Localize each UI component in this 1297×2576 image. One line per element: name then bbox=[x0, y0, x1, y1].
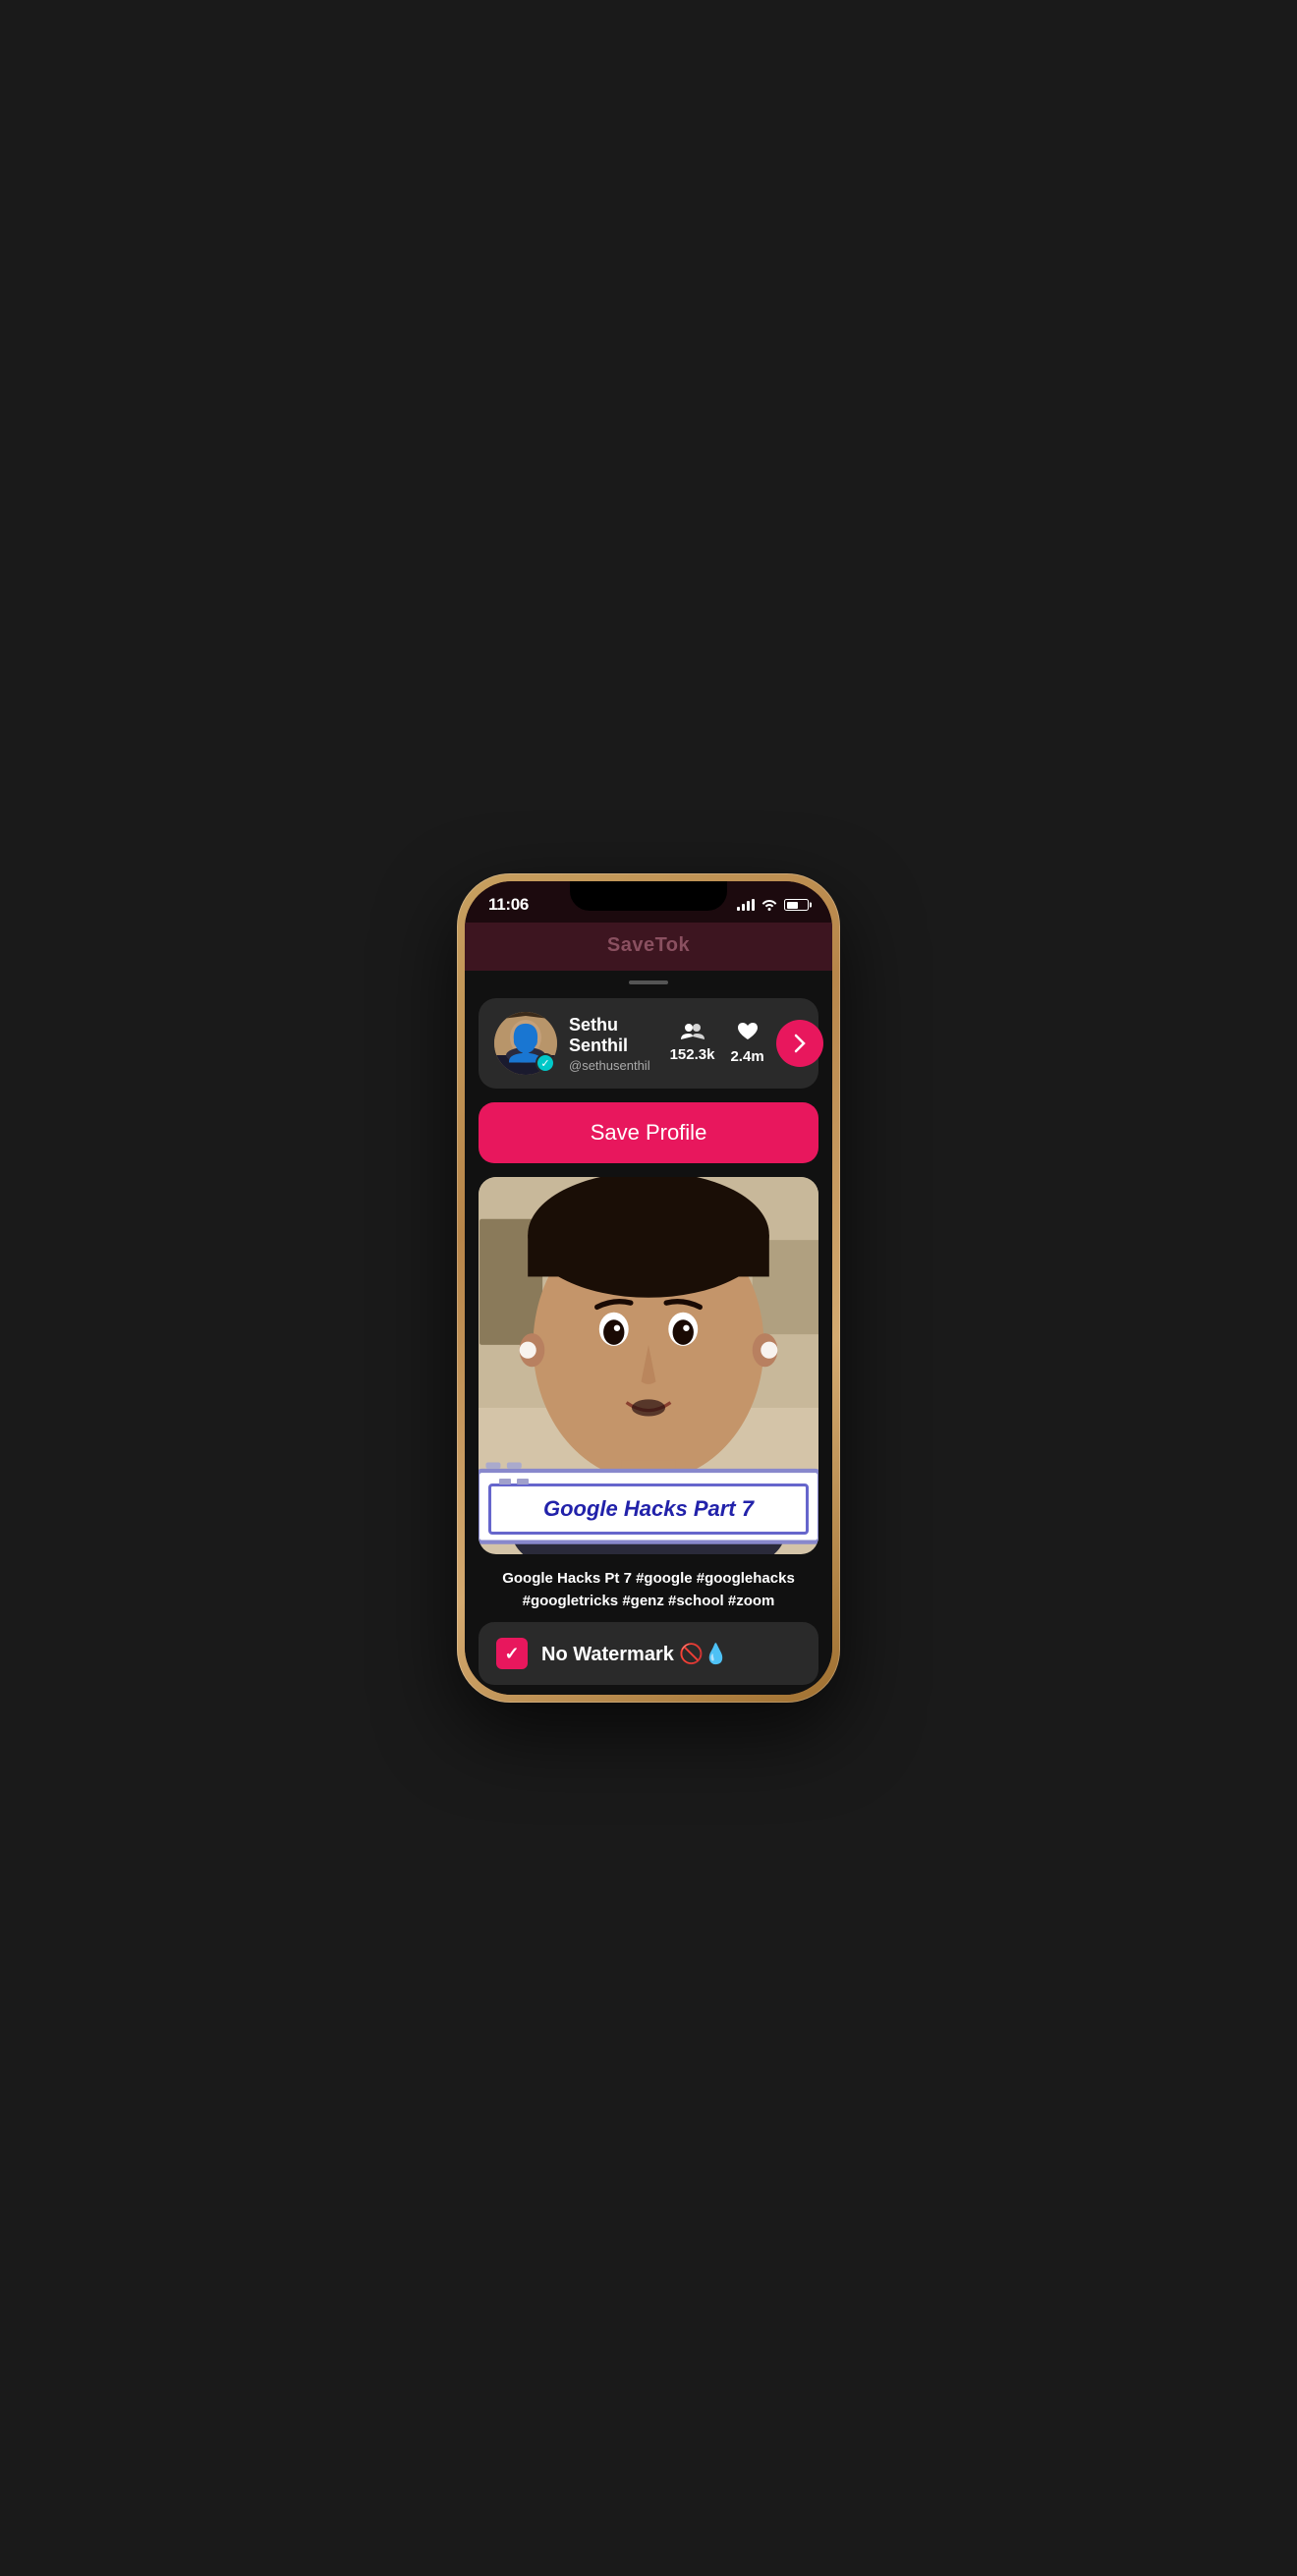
save-profile-button[interactable]: Save Profile bbox=[479, 1102, 818, 1163]
likes-count: 2.4m bbox=[730, 1048, 763, 1065]
profile-card: ✓ Sethu Senthil @sethusenthil bbox=[479, 998, 818, 1089]
phone-screen: 11:06 SaveTok bbox=[465, 881, 832, 1695]
video-thumbnail[interactable]: Google Hacks Part 7 bbox=[479, 1177, 818, 1554]
notch bbox=[570, 881, 727, 911]
watermark-checkbox-icon bbox=[496, 1638, 528, 1669]
profile-info: Sethu Senthil @sethusenthil bbox=[569, 1015, 650, 1073]
phone-frame: 11:06 SaveTok bbox=[457, 873, 840, 1703]
followers-stat: 152.3k bbox=[670, 1022, 715, 1065]
app-header: SaveTok bbox=[465, 923, 832, 971]
video-title-text: Google Hacks Part 7 bbox=[543, 1496, 754, 1521]
app-title: SaveTok bbox=[607, 934, 690, 956]
video-title-overlay: Google Hacks Part 7 bbox=[488, 1484, 809, 1535]
watermark-toggle[interactable]: No Watermark 🚫💧 bbox=[479, 1622, 818, 1685]
scroll-content: ✓ Sethu Senthil @sethusenthil bbox=[465, 971, 832, 1695]
followers-count: 152.3k bbox=[670, 1046, 715, 1063]
wifi-icon bbox=[761, 897, 778, 914]
signal-icon bbox=[737, 899, 755, 911]
stats-row: 152.3k 2.4m bbox=[670, 1022, 764, 1065]
likes-icon bbox=[737, 1022, 759, 1046]
video-caption: Google Hacks Pt 7 #google #googlehacks #… bbox=[484, 1568, 813, 1612]
video-frame: Google Hacks Part 7 bbox=[479, 1177, 818, 1554]
avatar-container: ✓ bbox=[494, 1012, 557, 1075]
status-icons bbox=[737, 897, 809, 914]
profile-arrow-button[interactable] bbox=[776, 1020, 823, 1067]
watermark-label: No Watermark 🚫💧 bbox=[541, 1642, 728, 1666]
verified-badge: ✓ bbox=[536, 1053, 555, 1073]
profile-handle: @sethusenthil bbox=[569, 1058, 650, 1073]
battery-icon bbox=[784, 899, 809, 911]
followers-icon bbox=[681, 1022, 705, 1044]
drag-handle bbox=[629, 980, 668, 984]
likes-stat: 2.4m bbox=[730, 1022, 763, 1065]
status-time: 11:06 bbox=[488, 895, 529, 915]
profile-name: Sethu Senthil bbox=[569, 1015, 650, 1056]
